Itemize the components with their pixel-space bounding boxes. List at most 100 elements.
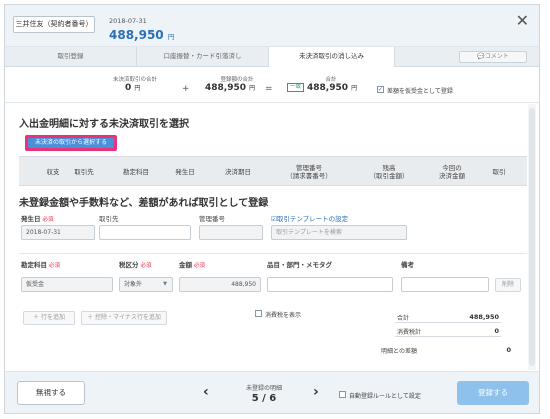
partner-input[interactable] (99, 225, 191, 240)
item-tag-input[interactable] (267, 277, 393, 292)
grand-total-unit: 円 (351, 85, 358, 92)
tax-label-text: 税区分 (119, 261, 139, 269)
col-due-date: 決済期日 (225, 168, 251, 176)
register-button[interactable]: 登録する (457, 381, 529, 405)
registered-total-number: 488,950 (205, 83, 246, 93)
total-divider (395, 322, 501, 323)
prev-arrow-icon[interactable]: ‹ (203, 385, 209, 399)
tab-unsettled-clearing[interactable]: 未決済取引の消し込み (269, 47, 395, 67)
item-tag-label: 品目・部門・メモタグ (267, 261, 332, 269)
note-label: 備考 (401, 261, 414, 269)
unsettled-total-label: 未決済取引の合計 (112, 77, 157, 83)
section-select-title: 入出金明細に対する未決済取引を選択 (19, 119, 189, 130)
partner-label: 取引先 (99, 215, 119, 223)
registered-total-label: 登録額の合計 (220, 77, 254, 83)
tax-label: 税区分 必須 (119, 259, 152, 269)
show-tax-checkbox[interactable] (255, 310, 262, 317)
add-adjust-row-button[interactable]: ＋ 控除・マイナス行を追加 (81, 311, 167, 325)
header-amount-value: 488,950 (109, 28, 164, 42)
difference-checkbox[interactable]: ✓ (377, 86, 384, 93)
template-search-placeholder: 取引テンプレートを検索 (276, 229, 342, 236)
equals-sign: = (265, 84, 273, 94)
template-search-input[interactable]: 取引テンプレートを検索 (271, 225, 407, 240)
tax-select-value: 対象外 (124, 281, 143, 288)
tax-divider (395, 336, 501, 337)
unsettled-table-header: 収支 取引先 勘定科目 発生日 決済期日 管理番号 （請求書番号） 残高 （取引… (19, 156, 527, 186)
tab-bar: 取引登録 口座振替・カード引落済し 未決済取引の消し込み 💬コメント (5, 47, 539, 67)
auto-rule-checkbox[interactable] (339, 391, 346, 398)
dialog-footer: 無視する ‹ 未登録の明細 5 / 6 › 自動登録ルールとして設定 登録する (5, 371, 539, 413)
issue-date-required: 必須 (42, 217, 54, 223)
diff-value: 0 (506, 346, 511, 354)
diff-label: 明細との差額 (381, 348, 417, 355)
scrollbar-thumb[interactable] (529, 108, 535, 366)
account-label: 勘定科目 必須 (21, 259, 60, 269)
chevron-down-icon: ▼ (163, 281, 167, 287)
unsettled-total-value: 0 円 (125, 83, 140, 93)
dialog: 三井住友（契約者番号） 2018-07-31 488,950 円 ✕ 取引登録 … (4, 4, 540, 414)
issue-date-label: 発生日 必須 (21, 213, 54, 223)
divider (19, 253, 527, 254)
mgmt-number-input[interactable] (199, 225, 263, 240)
account-chip[interactable]: 三井住友（契約者番号） (13, 16, 95, 33)
unsettled-total-number: 0 (125, 83, 132, 93)
registered-total-unit: 円 (249, 85, 256, 92)
col-mgmt-number: 管理番号 （請求書番号） (286, 164, 332, 180)
note-input[interactable] (401, 277, 489, 292)
col-transaction: 取引 (492, 168, 506, 176)
select-unsettled-button[interactable]: 未決済の取引から選択する (25, 135, 117, 151)
tax-required: 必須 (140, 263, 152, 269)
next-arrow-icon[interactable]: › (313, 385, 319, 399)
grand-total-label: 合計 (325, 77, 337, 83)
col-balance: 残高 （取引金額） (369, 164, 409, 180)
mgmt-number-label: 管理番号 (199, 215, 225, 223)
grand-total-value: 一致 488,950 円 (287, 83, 357, 93)
header-amount: 488,950 円 (109, 28, 174, 42)
issue-date-input[interactable]: 2018-07-31 (21, 225, 95, 240)
tab-account-transfer[interactable]: 口座振替・カード引落済し (137, 47, 269, 66)
select-unsettled-label: 未決済の取引から選択する (28, 138, 114, 148)
account-required: 必須 (49, 263, 61, 269)
tax-select[interactable]: 対象外 ▼ (119, 277, 173, 292)
account-select[interactable]: 仮受金 (21, 277, 113, 292)
plus-sign: + (182, 84, 190, 94)
col-issue-date: 発生日 (175, 168, 195, 176)
line-total-label: 合計 (397, 315, 410, 322)
comment-icon: 💬 (477, 53, 485, 60)
issue-date-label-text: 発生日 (21, 215, 41, 223)
amount-input[interactable]: 488,950 (179, 277, 261, 292)
unregistered-label: 未登録の明細 (245, 385, 282, 392)
ignore-button[interactable]: 無視する (17, 381, 85, 405)
section-register-title: 未登録金額や手数料など、差額があれば取引として登録 (19, 198, 269, 209)
grand-total-number: 488,950 (307, 83, 349, 93)
header-date: 2018-07-31 (109, 17, 147, 25)
comment-button[interactable]: 💬コメント (459, 51, 527, 63)
match-badge: 一致 (287, 83, 305, 92)
tax-total-value: 0 (494, 327, 499, 335)
tax-total-label: 消費税計 (397, 329, 422, 336)
header-amount-unit: 円 (167, 33, 175, 41)
close-icon[interactable]: ✕ (516, 13, 529, 29)
template-settings-text: 取引テンプレートの設定 (276, 215, 349, 223)
comment-label: コメント (484, 53, 509, 60)
show-tax-label: 消費税を表示 (265, 312, 302, 319)
template-settings-link[interactable]: ☑取引テンプレートの設定 (271, 213, 348, 223)
col-income-expense: 収支 (46, 168, 60, 176)
unsettled-total-unit: 円 (134, 85, 141, 92)
page-indicator: 5 / 6 (251, 393, 277, 404)
line-total-value: 488,950 (469, 313, 499, 321)
auto-rule-label: 自動登録ルールとして設定 (349, 393, 421, 400)
scrollbar[interactable] (528, 104, 536, 370)
account-label-text: 勘定科目 (21, 261, 47, 269)
delete-row-button[interactable]: 削除 (495, 278, 521, 292)
tab-register[interactable]: 取引登録 (5, 47, 137, 66)
amount-label: 金額 必須 (179, 259, 205, 269)
add-row-button[interactable]: ＋ 行を追加 (23, 311, 75, 325)
col-account: 勘定科目 (123, 168, 149, 176)
amount-required: 必須 (194, 263, 206, 269)
summary-bar: 未決済取引の合計 0 円 + 登録額の合計 488,950 円 = 合計 一致 4… (5, 67, 539, 103)
registered-total-value: 488,950 円 (205, 83, 255, 93)
dialog-header: 三井住友（契約者番号） 2018-07-31 488,950 円 ✕ (5, 5, 539, 47)
difference-checkbox-label: 差額を仮受金として登録 (387, 88, 453, 95)
col-settle-amount: 今回の 決済金額 (439, 164, 465, 180)
